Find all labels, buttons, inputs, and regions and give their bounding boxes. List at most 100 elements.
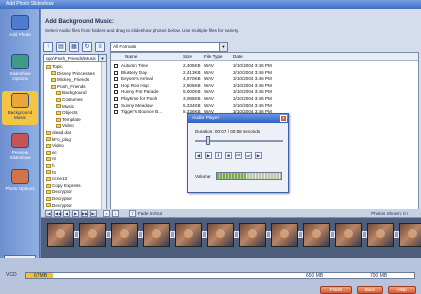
folder-icon	[46, 150, 51, 155]
details-button[interactable]: ≡	[95, 42, 105, 52]
folder-tree[interactable]: Topic Disney Princesses Mickey_Friends Pooh…	[43, 61, 107, 211]
tree-item[interactable]: olead.dat	[46, 130, 71, 136]
tree-item[interactable]: Decryptor	[46, 189, 72, 195]
next-page-button[interactable]: ▶▶	[81, 210, 88, 217]
tree-item[interactable]: Objects	[56, 110, 78, 116]
tree-item[interactable]: Costumes	[56, 97, 83, 103]
back-button[interactable]: Back	[357, 286, 383, 294]
photo-thumbnail[interactable]	[111, 223, 138, 247]
photo-thumbnail[interactable]	[79, 223, 106, 247]
next-icon: ▶	[73, 211, 78, 216]
column-header-type[interactable]: File Type	[204, 53, 223, 61]
view-button[interactable]: ▦	[69, 42, 79, 52]
close-icon: ×	[282, 116, 285, 122]
audio-format-select[interactable]: All Formats ▼	[110, 42, 228, 52]
tree-item[interactable]: ncne13	[46, 176, 67, 182]
tree-item[interactable]: Mickey_Friends	[51, 77, 89, 83]
column-header-name[interactable]: Name	[125, 53, 137, 61]
table-row[interactable]: Eeyore's Arrival 4,970KB WAV 3/10/2004 3:46…	[111, 76, 418, 82]
tree-item[interactable]: Video	[56, 123, 74, 129]
tree-item-label: Template	[62, 116, 81, 122]
tree-item[interactable]: Music	[56, 104, 74, 110]
file-size-cell: 5,334KB	[183, 102, 201, 108]
sidebar-item-slideshow-options[interactable]: Slideshow Options	[2, 54, 38, 81]
storyboard: |◀ ◀◀ ◀ ▶ ▶▶ ▶| × i T Fade In/Out Photos…	[41, 209, 421, 258]
photo-options-icon	[11, 169, 29, 184]
table-row[interactable]: Playtime for Pooh 3,085KB WAV 3/10/2004 3:4…	[111, 96, 418, 102]
tree-item-label: Copy Express	[52, 182, 81, 188]
photo-thumbnail[interactable]	[303, 223, 330, 247]
previous-button[interactable]: ⏮	[235, 152, 242, 159]
pause-button[interactable]: ‖	[215, 152, 222, 159]
photo-thumbnail[interactable]	[47, 223, 74, 247]
tree-item[interactable]: Template	[56, 117, 81, 123]
rewind-button[interactable]: ◀	[195, 152, 202, 159]
table-row[interactable]: Hunny Pot Parade 5,000KB WAV 3/10/2004 3:46…	[111, 89, 418, 95]
tree-item[interactable]: ht	[46, 170, 56, 176]
file-size-cell: 2,405KB	[183, 63, 201, 68]
refresh-button[interactable]: ↻	[82, 42, 92, 52]
finish-button[interactable]: Finish	[320, 286, 352, 294]
transition-button[interactable]: T	[129, 210, 136, 217]
file-type-cell: WAV	[204, 82, 214, 88]
photo-thumbnail[interactable]	[207, 223, 234, 247]
tree-item[interactable]: Topic	[46, 64, 63, 70]
photo-thumbnail[interactable]	[175, 223, 202, 247]
tree-item[interactable]: Decryptor	[46, 196, 72, 202]
tree-item[interactable]: Video	[46, 143, 64, 149]
file-date-cell: 3/10/2004 3:46 PM	[233, 76, 272, 82]
tree-item-label: Decryptor	[52, 202, 72, 208]
sidebar-item-preview-slideshow[interactable]: Preview Slideshow	[2, 133, 38, 160]
tree-item[interactable]: nt	[46, 156, 56, 162]
last-button[interactable]: ▶|	[90, 210, 97, 217]
file-date-cell: 3/10/2004 3:46 PM	[233, 102, 272, 108]
volume-slider[interactable]	[216, 172, 282, 180]
next-button[interactable]: ⏭	[245, 152, 252, 159]
close-button[interactable]: ×	[280, 115, 287, 122]
first-button[interactable]: |◀	[45, 210, 52, 217]
table-row[interactable]: Hop Roo Hop 2,805KB WAV 3/10/2004 3:46 PM	[111, 83, 418, 89]
photo-thumbnail[interactable]	[239, 223, 266, 247]
info-button[interactable]: i	[112, 210, 119, 217]
folder-up-button[interactable]: ↑	[43, 42, 53, 52]
sidebar-item-add-photo[interactable]: Add Photo	[2, 15, 38, 37]
tree-item[interactable]: ec	[46, 150, 57, 156]
table-row[interactable]: Autumn Time 2,405KB WAV 3/10/2004 3:46 PM	[111, 63, 418, 69]
tree-item[interactable]: Disney Princesses	[51, 71, 95, 77]
file-name-cell: Hunny Pot Parade	[121, 89, 159, 95]
remove-button[interactable]: ×	[103, 210, 110, 217]
audio-player-titlebar[interactable]: Audio Player ×	[188, 114, 288, 123]
photo-thumbnail[interactable]	[143, 223, 170, 247]
sidebar-item-label: Slideshow Options	[9, 71, 31, 81]
file-type-cell: WAV	[204, 63, 214, 68]
play-button[interactable]: ▶	[205, 152, 212, 159]
tree-item[interactable]: Decryptor	[46, 203, 72, 209]
column-header-date[interactable]: Date	[233, 53, 243, 61]
folder-icon	[46, 176, 51, 181]
folder-button[interactable]: ▤	[56, 42, 66, 52]
table-row[interactable]: Sunny Meadow 5,334KB WAV 3/10/2004 3:46 PM	[111, 103, 418, 109]
photo-thumbnail[interactable]	[367, 223, 394, 247]
sidebar-item-background-music[interactable]: Background Music	[2, 91, 38, 125]
photo-thumbnail[interactable]	[399, 223, 421, 247]
tree-item[interactable]: kFo_plug	[46, 137, 71, 143]
tree-item[interactable]: Copy Express	[46, 183, 81, 189]
prev-button[interactable]: ◀	[63, 210, 70, 217]
audio-file-icon	[114, 77, 118, 82]
fast-forward-button[interactable]: ▶	[255, 152, 262, 159]
seek-slider[interactable]	[205, 136, 210, 145]
help-button[interactable]: Help	[388, 286, 416, 294]
photo-thumbnail[interactable]	[271, 223, 298, 247]
photo-thumbnail[interactable]	[335, 223, 362, 247]
tree-scrollbar[interactable]	[101, 62, 106, 210]
table-row[interactable]: Blustery Day 2,413KB WAV 3/10/2004 3:46 PM	[111, 70, 418, 76]
stop-button[interactable]: ■	[225, 152, 232, 159]
next-button[interactable]: ▶	[72, 210, 79, 217]
tree-item[interactable]: Pooh_Friends	[51, 84, 86, 90]
column-header-size[interactable]: Size	[183, 53, 192, 61]
folder-icon	[46, 170, 51, 175]
tree-item[interactable]: Background	[56, 90, 87, 96]
tree-item[interactable]: h	[46, 163, 55, 169]
prev-page-button[interactable]: ◀◀	[54, 210, 61, 217]
sidebar-item-photo-options[interactable]: Photo Options	[2, 169, 38, 191]
